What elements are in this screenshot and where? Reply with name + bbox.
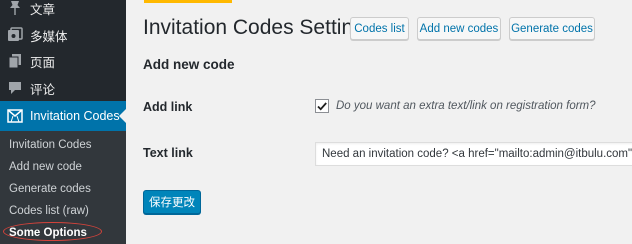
submenu-item-add-new-code[interactable]: Add new code — [9, 161, 82, 173]
add-link-checkbox[interactable] — [315, 99, 329, 113]
media-icon — [5, 25, 25, 45]
pin-icon — [5, 0, 25, 18]
menu-item-label: Invitation Codes — [30, 109, 120, 123]
submenu-item-codes-list-raw[interactable]: Codes list (raw) — [9, 205, 89, 217]
add-link-description: Do you want an extra text/link on regist… — [336, 100, 596, 112]
add-link-label: Add link — [143, 100, 193, 114]
section-title: Add new code — [143, 57, 235, 72]
add-new-codes-button[interactable]: Add new codes — [417, 17, 501, 40]
page-title: Invitation Codes Settings — [143, 16, 376, 39]
page-icon — [5, 51, 25, 71]
save-changes-button[interactable]: 保存更改 — [143, 190, 201, 214]
checkmark-icon — [317, 102, 327, 111]
menu-item-pages[interactable]: 页面 — [0, 48, 126, 74]
menu-item-label: 文章 — [30, 2, 56, 17]
menu-item-label: 多媒体 — [30, 29, 68, 44]
submenu-item-invitation-codes[interactable]: Invitation Codes — [9, 139, 91, 151]
submenu-item-generate-codes[interactable]: Generate codes — [9, 183, 91, 195]
text-link-input[interactable] — [315, 142, 632, 166]
generate-codes-button[interactable]: Generate codes — [509, 17, 595, 40]
menu-item-label: 评论 — [30, 82, 56, 97]
menu-item-invitation-codes[interactable]: Invitation Codes — [0, 101, 126, 131]
admin-sidebar: 文章 多媒体 页面 评论 Invitation Codes Invitation… — [0, 0, 126, 244]
menu-item-label: 页面 — [30, 55, 56, 70]
admin-notice-edge — [144, 0, 232, 3]
invitation-codes-icon — [5, 106, 25, 126]
annotation-circle — [3, 222, 102, 241]
menu-item-posts[interactable]: 文章 — [0, 0, 126, 21]
current-indicator-arrow — [119, 109, 126, 123]
menu-item-media[interactable]: 多媒体 — [0, 22, 126, 48]
menu-item-comments[interactable]: 评论 — [0, 75, 126, 101]
text-link-label: Text link — [143, 146, 193, 160]
codes-list-button[interactable]: Codes list — [350, 17, 409, 40]
comment-icon — [5, 78, 25, 98]
